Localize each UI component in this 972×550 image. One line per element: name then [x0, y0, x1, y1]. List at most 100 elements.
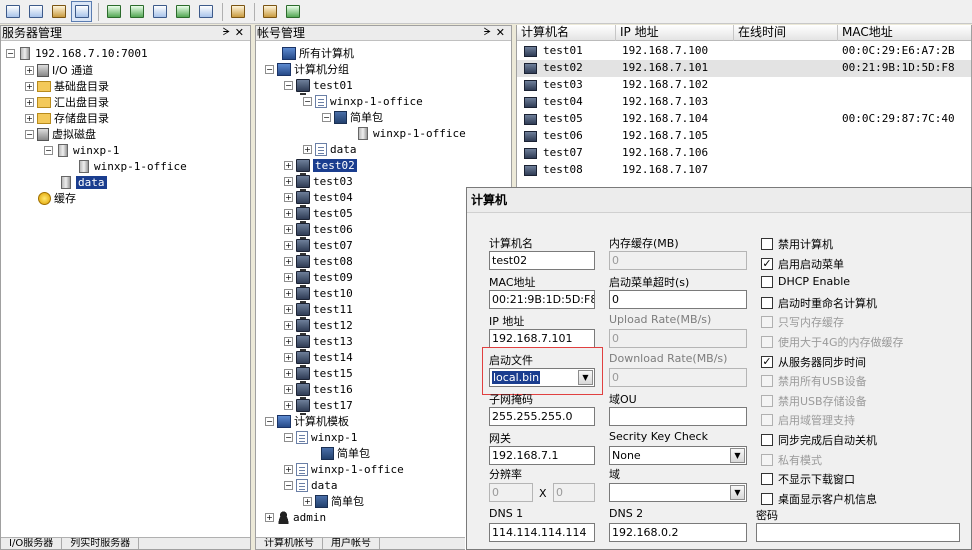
chevron-down-icon[interactable]: ▼: [730, 448, 745, 463]
expand-icon[interactable]: +: [284, 368, 293, 378]
tree-item-tpl-office[interactable]: + winxp-1-office: [284, 461, 404, 477]
table-row[interactable]: test01 192.168.7.100 00:0C:29:E6:A7:2B: [517, 43, 971, 60]
expand-icon[interactable]: +: [284, 400, 293, 410]
tree-item-winxp[interactable]: − winxp-1: [44, 142, 119, 158]
tree-item-test01-data[interactable]: + data: [303, 141, 357, 157]
tree-item-admin[interactable]: + admin: [265, 509, 326, 525]
dns2-field[interactable]: 192.168.0.2: [609, 523, 747, 542]
toolbar-monitor-icon[interactable]: [195, 1, 216, 22]
expand-icon[interactable]: +: [284, 464, 293, 474]
tree-item-test12[interactable]: + test12: [284, 317, 353, 335]
expand-icon[interactable]: +: [25, 65, 34, 75]
checkbox-option[interactable]: ✓ 启用启动菜单: [761, 256, 844, 272]
toolbar-users-icon[interactable]: [172, 1, 193, 22]
tree-item-data[interactable]: data: [59, 174, 107, 190]
expand-icon[interactable]: +: [284, 320, 293, 330]
tree-item-test01[interactable]: − test01: [284, 77, 353, 95]
expand-icon[interactable]: +: [303, 144, 312, 154]
pin-icon[interactable]: ᗒ: [223, 26, 230, 40]
collapse-icon[interactable]: −: [284, 480, 293, 490]
checkbox-option[interactable]: 禁用计算机: [761, 236, 833, 252]
checkbox-icon[interactable]: [761, 296, 773, 309]
close-icon[interactable]: ✕: [496, 26, 505, 40]
col-mac[interactable]: MAC地址: [838, 25, 971, 41]
collapse-icon[interactable]: −: [322, 112, 331, 122]
tree-item-storage-disk[interactable]: + 存储盘目录: [25, 110, 109, 126]
toolbar-add-doc-icon[interactable]: [103, 1, 124, 22]
computer-name-field[interactable]: test02: [489, 251, 595, 270]
tree-item-tpl-pkg1[interactable]: 简单包: [321, 445, 370, 461]
tree-item-tpl-winxp[interactable]: − winxp-1: [284, 429, 357, 445]
expand-icon[interactable]: +: [284, 304, 293, 314]
toolbar-layout-icon[interactable]: [2, 1, 23, 22]
expand-icon[interactable]: +: [284, 192, 293, 202]
tab-computer-accounts[interactable]: 计算机帐号: [256, 538, 323, 549]
col-ip[interactable]: IP 地址: [616, 25, 734, 41]
dns1-field[interactable]: 114.114.114.114: [489, 523, 595, 542]
server-root[interactable]: −192.168.7.10:7001: [6, 45, 148, 61]
expand-icon[interactable]: +: [25, 97, 34, 107]
gateway-field[interactable]: 192.168.7.1: [489, 446, 595, 465]
tree-item-test02[interactable]: + test02: [284, 157, 357, 175]
tree-item-test15[interactable]: + test15: [284, 365, 353, 383]
tree-item-virtual-disk[interactable]: − 虚拟磁盘: [25, 126, 96, 142]
tree-item-test09[interactable]: + test09: [284, 269, 353, 287]
toolbar-network-icon[interactable]: [149, 1, 170, 22]
checkbox-option[interactable]: DHCP Enable: [761, 275, 850, 288]
password-field[interactable]: [756, 523, 960, 542]
tree-item-test10[interactable]: + test10: [284, 285, 353, 303]
toolbar-tools-icon[interactable]: [259, 1, 280, 22]
tree-item-test01-pkg-office[interactable]: winxp-1-office: [356, 125, 466, 141]
subnet-field[interactable]: 255.255.255.0: [489, 407, 595, 426]
tree-item-test05[interactable]: + test05: [284, 205, 353, 223]
expand-icon[interactable]: +: [284, 160, 293, 170]
tree-item-test11[interactable]: + test11: [284, 301, 353, 319]
checkbox-option[interactable]: 桌面显示客户机信息: [761, 491, 877, 507]
menu-timeout-field[interactable]: 0: [609, 290, 747, 309]
expand-icon[interactable]: +: [284, 176, 293, 186]
toolbar-user-icon[interactable]: [25, 1, 46, 22]
table-row[interactable]: test03 192.168.7.102: [517, 77, 971, 94]
table-row[interactable]: test06 192.168.7.105: [517, 128, 971, 145]
checkbox-icon[interactable]: [761, 275, 773, 288]
toolbar-edit-icon[interactable]: [48, 1, 69, 22]
collapse-icon[interactable]: −: [284, 432, 293, 442]
security-key-select[interactable]: None ▼: [609, 446, 747, 465]
collapse-icon[interactable]: −: [265, 416, 274, 426]
col-online[interactable]: 在线时间: [734, 25, 838, 41]
expand-icon[interactable]: +: [265, 512, 274, 522]
col-name[interactable]: 计算机名: [517, 25, 616, 41]
tree-item-all-computers[interactable]: 所有计算机: [282, 45, 354, 61]
expand-icon[interactable]: +: [25, 113, 34, 123]
tree-item-templates[interactable]: − 计算机模板: [265, 413, 349, 429]
mac-field[interactable]: 00:21:9B:1D:5D:F8: [489, 290, 595, 309]
collapse-icon[interactable]: −: [265, 64, 274, 74]
table-row[interactable]: test05 192.168.7.104 00:0C:29:87:7C:40: [517, 111, 971, 128]
close-icon[interactable]: ✕: [235, 26, 244, 40]
toolbar-report-icon[interactable]: [227, 1, 248, 22]
collapse-icon[interactable]: −: [6, 48, 15, 58]
tree-item-export-disk[interactable]: + 汇出盘目录: [25, 94, 109, 110]
toolbar-sync-icon[interactable]: [282, 1, 303, 22]
expand-icon[interactable]: +: [284, 336, 293, 346]
tree-item-computer-group[interactable]: − 计算机分组: [265, 61, 349, 77]
checkbox-icon[interactable]: ✓: [761, 257, 773, 270]
tab-user-accounts[interactable]: 用户帐号: [323, 538, 380, 549]
table-row[interactable]: test04 192.168.7.103: [517, 94, 971, 111]
checkbox-icon[interactable]: ✓: [761, 355, 773, 368]
checkbox-icon[interactable]: [761, 492, 773, 505]
checkbox-option[interactable]: 同步完成后自动关机: [761, 432, 877, 448]
tree-item-test03[interactable]: + test03: [284, 173, 353, 191]
checkbox-option[interactable]: 启动时重命名计算机: [761, 295, 877, 311]
expand-icon[interactable]: +: [284, 384, 293, 394]
expand-icon[interactable]: +: [303, 496, 312, 506]
toolbar-list-icon[interactable]: [71, 1, 92, 22]
tree-item-tpl-pkg2[interactable]: + 简单包: [303, 493, 364, 509]
table-row[interactable]: test02 192.168.7.101 00:21:9B:1D:5D:F8: [517, 60, 971, 77]
ip-field[interactable]: 192.168.7.101: [489, 329, 595, 348]
expand-icon[interactable]: +: [284, 272, 293, 282]
expand-icon[interactable]: +: [284, 352, 293, 362]
collapse-icon[interactable]: −: [284, 80, 293, 90]
boot-file-select[interactable]: local.bin ▼: [489, 368, 595, 387]
tree-item-test13[interactable]: + test13: [284, 333, 353, 351]
